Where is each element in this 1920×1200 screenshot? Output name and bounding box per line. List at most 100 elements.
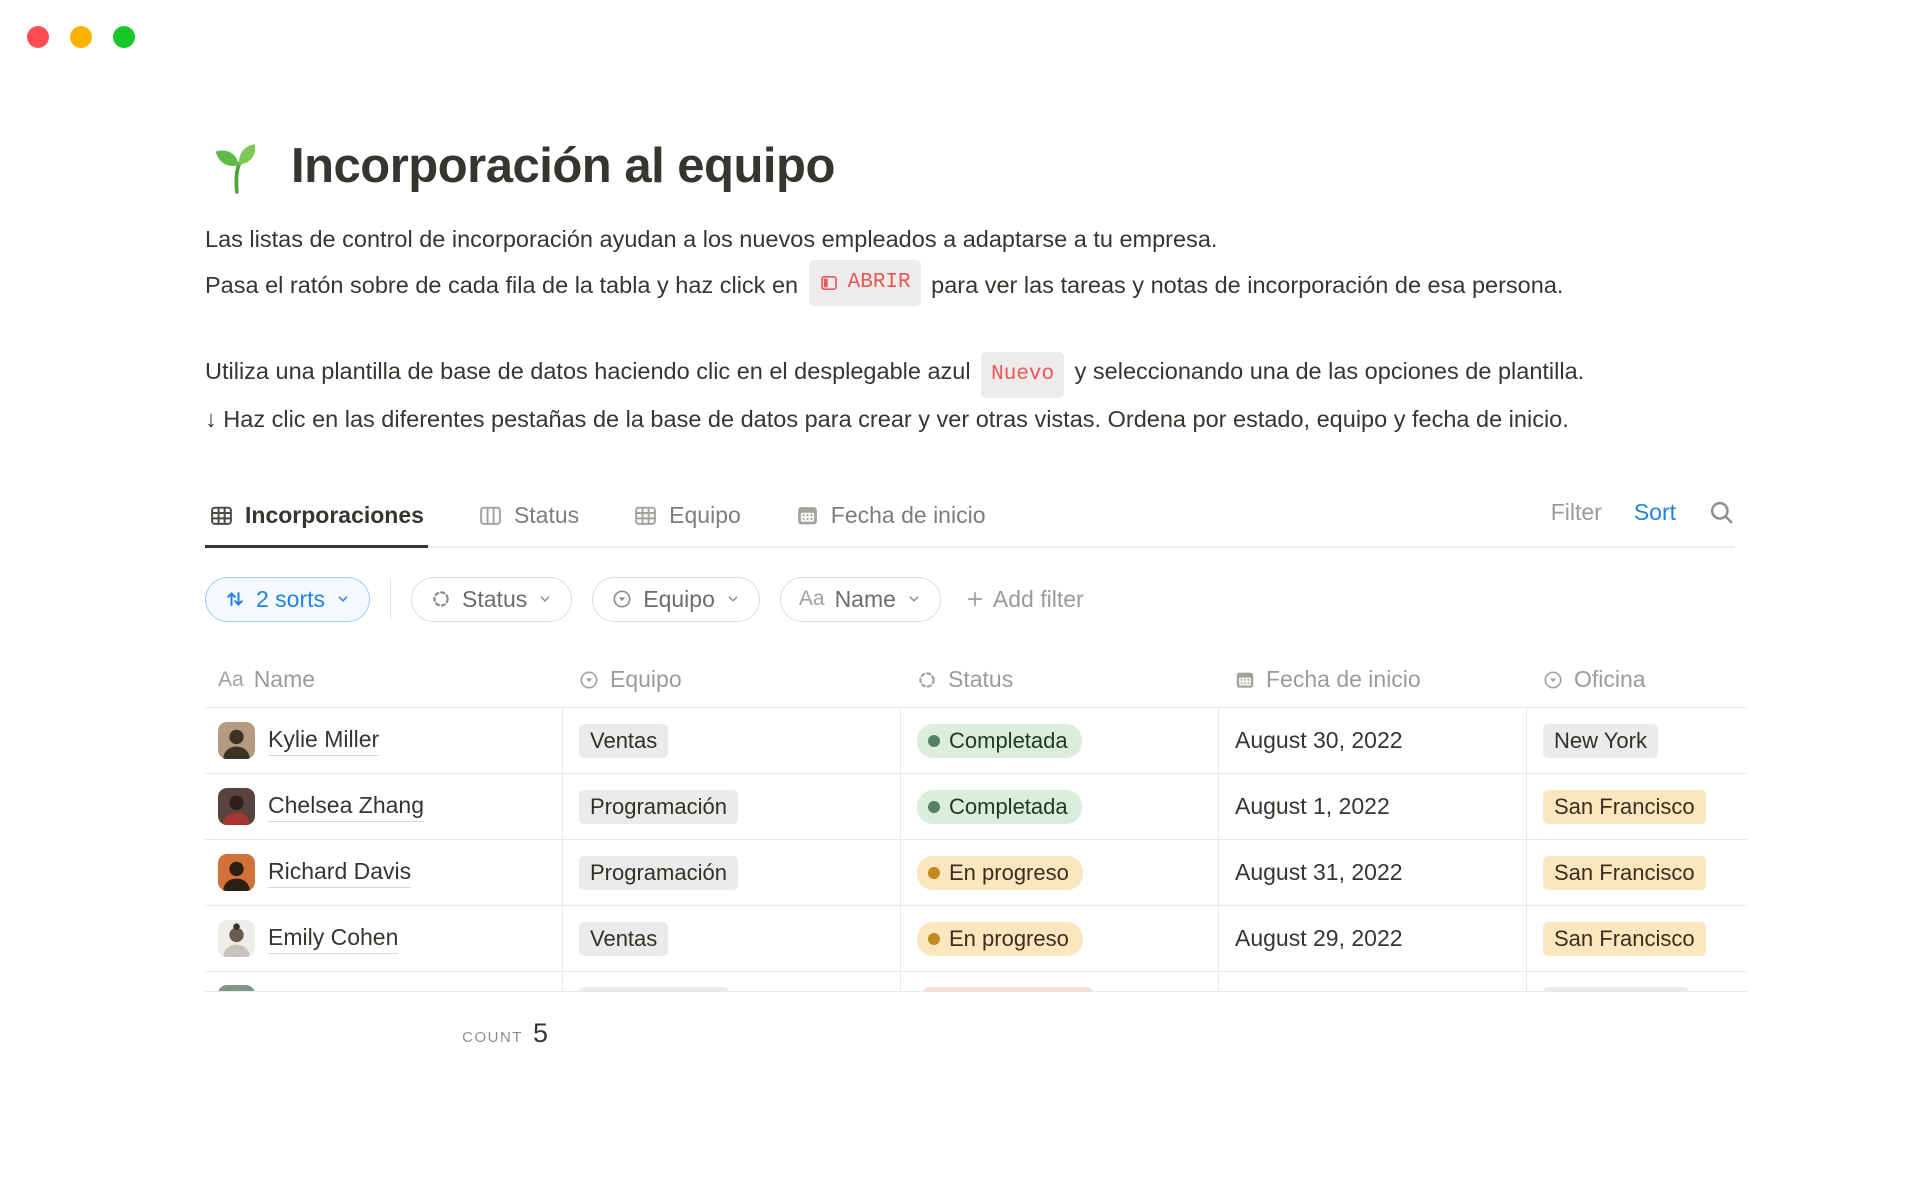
- name-cell[interactable]: Chelsea Zhang: [205, 774, 562, 839]
- oficina-cell[interactable]: San Francisco: [1526, 774, 1747, 839]
- status-cell[interactable]: En progreso: [900, 906, 1218, 971]
- filter-pill-label: Equipo: [643, 586, 715, 613]
- filter-button[interactable]: Filter: [1551, 499, 1602, 526]
- equipo-cell[interactable]: Programación: [562, 774, 900, 839]
- count-footer[interactable]: COUNT 5: [205, 1018, 562, 1049]
- sort-button[interactable]: Sort: [1634, 499, 1676, 526]
- oficina-tag: San Francisco: [1543, 790, 1706, 824]
- column-header-label: Name: [254, 666, 315, 693]
- equipo-cell[interactable]: [562, 972, 900, 991]
- avatar: [218, 722, 255, 759]
- oficina-tag: San Francisco: [1543, 922, 1706, 956]
- side-peek-icon: [819, 273, 839, 293]
- avatar: [218, 854, 255, 891]
- add-filter-button[interactable]: Add filter: [965, 586, 1084, 613]
- table-row: Chelsea Zhang Programación Completada Au…: [205, 774, 1747, 840]
- status-dot: [928, 801, 940, 813]
- avatar: [218, 920, 255, 957]
- count-label: COUNT: [462, 1029, 523, 1046]
- tab-incorporaciones[interactable]: Incorporaciones: [205, 486, 428, 548]
- fecha-value: August 29, 2022: [1235, 925, 1403, 952]
- oficina-cell[interactable]: New York: [1526, 708, 1747, 773]
- oficina-tag: [1543, 987, 1689, 991]
- equipo-tag: Programación: [579, 856, 738, 890]
- filter-pill-label: Name: [835, 586, 896, 613]
- person-name-link[interactable]: Richard Davis: [268, 858, 411, 888]
- text-type-icon: Aa: [218, 668, 244, 692]
- table-row: Kylie Miller Ventas Completada August 30…: [205, 708, 1747, 774]
- status-tag: En progreso: [917, 922, 1083, 956]
- status-cell[interactable]: Completada: [900, 774, 1218, 839]
- nuevo-badge: Nuevo: [981, 352, 1064, 398]
- filter-bar: 2 sorts Status Equipo Aa Name Add: [205, 576, 1735, 622]
- tips-line2: ↓ Haz clic en las diferentes pestañas de…: [205, 406, 1569, 432]
- tab-label: Equipo: [669, 502, 741, 529]
- minimize-window-button[interactable]: [70, 26, 92, 48]
- fecha-value: August 31, 2022: [1235, 859, 1403, 886]
- chevron-down-icon: [725, 591, 741, 607]
- zoom-window-button[interactable]: [113, 26, 135, 48]
- tips-paragraph: Utiliza una plantilla de base de datos h…: [205, 350, 1735, 440]
- page-title: Incorporación al equipo: [291, 138, 835, 194]
- status-dot: [928, 933, 940, 945]
- filter-pill-equipo[interactable]: Equipo: [592, 577, 760, 622]
- equipo-tag: Ventas: [579, 724, 668, 758]
- equipo-cell[interactable]: Ventas: [562, 906, 900, 971]
- status-cell[interactable]: En progreso: [900, 840, 1218, 905]
- column-header-status[interactable]: Status: [900, 652, 1218, 707]
- equipo-cell[interactable]: Programación: [562, 840, 900, 905]
- column-header-fecha[interactable]: Fecha de inicio: [1218, 652, 1526, 707]
- tab-label: Incorporaciones: [245, 502, 424, 529]
- tab-status[interactable]: Status: [474, 486, 583, 548]
- status-tag: Completada: [917, 790, 1082, 824]
- fecha-cell[interactable]: [1218, 972, 1526, 991]
- search-icon: [1708, 499, 1735, 526]
- person-name-link[interactable]: Kylie Miller: [268, 726, 379, 756]
- name-cell[interactable]: Emily Cohen: [205, 906, 562, 971]
- equipo-tag: Ventas: [579, 922, 668, 956]
- equipo-cell[interactable]: Ventas: [562, 708, 900, 773]
- column-header-oficina[interactable]: Oficina: [1526, 652, 1747, 707]
- name-cell[interactable]: Kylie Miller: [205, 708, 562, 773]
- name-cell[interactable]: [205, 972, 562, 991]
- close-window-button[interactable]: [27, 26, 49, 48]
- column-header-label: Fecha de inicio: [1266, 666, 1421, 693]
- status-cell[interactable]: Completada: [900, 708, 1218, 773]
- intro-line2-before: Pasa el ratón sobre de cada fila de la t…: [205, 272, 805, 298]
- tab-label: Status: [514, 502, 579, 529]
- fecha-cell[interactable]: August 30, 2022: [1218, 708, 1526, 773]
- status-label: En progreso: [949, 860, 1069, 886]
- seedling-icon[interactable]: [205, 135, 267, 197]
- oficina-cell[interactable]: [1526, 972, 1747, 991]
- filter-pill-status[interactable]: Status: [411, 577, 572, 622]
- table-row: Emily Cohen Ventas En progreso August 29…: [205, 906, 1747, 972]
- calendar-icon: [795, 503, 820, 528]
- divider: [390, 578, 391, 620]
- name-cell[interactable]: Richard Davis: [205, 840, 562, 905]
- fecha-cell[interactable]: August 29, 2022: [1218, 906, 1526, 971]
- select-icon: [1542, 669, 1564, 691]
- tab-label: Fecha de inicio: [831, 502, 986, 529]
- sorts-pill-label: 2 sorts: [256, 586, 325, 613]
- select-icon: [611, 588, 633, 610]
- intro-paragraph: Las listas de control de incorporación a…: [205, 218, 1735, 306]
- intro-line2-after: para ver las tareas y notas de incorpora…: [925, 272, 1564, 298]
- fecha-cell[interactable]: August 1, 2022: [1218, 774, 1526, 839]
- tab-fecha-de-inicio[interactable]: Fecha de inicio: [791, 486, 990, 548]
- person-name-link[interactable]: Emily Cohen: [268, 924, 398, 954]
- board-icon: [478, 503, 503, 528]
- oficina-cell[interactable]: San Francisco: [1526, 840, 1747, 905]
- person-name-link[interactable]: Chelsea Zhang: [268, 792, 424, 822]
- search-button[interactable]: [1708, 499, 1735, 526]
- sorts-pill[interactable]: 2 sorts: [205, 577, 370, 622]
- table-icon: [633, 503, 658, 528]
- tab-equipo[interactable]: Equipo: [629, 486, 745, 548]
- column-header-name[interactable]: Aa Name: [205, 652, 562, 707]
- fecha-cell[interactable]: August 31, 2022: [1218, 840, 1526, 905]
- column-header-equipo[interactable]: Equipo: [562, 652, 900, 707]
- status-cell[interactable]: [900, 972, 1218, 991]
- column-header-label: Oficina: [1574, 666, 1646, 693]
- oficina-cell[interactable]: San Francisco: [1526, 906, 1747, 971]
- filter-pill-name[interactable]: Aa Name: [780, 577, 941, 622]
- table-header-row: Aa Name Equipo Status Fecha de inicio: [205, 652, 1747, 708]
